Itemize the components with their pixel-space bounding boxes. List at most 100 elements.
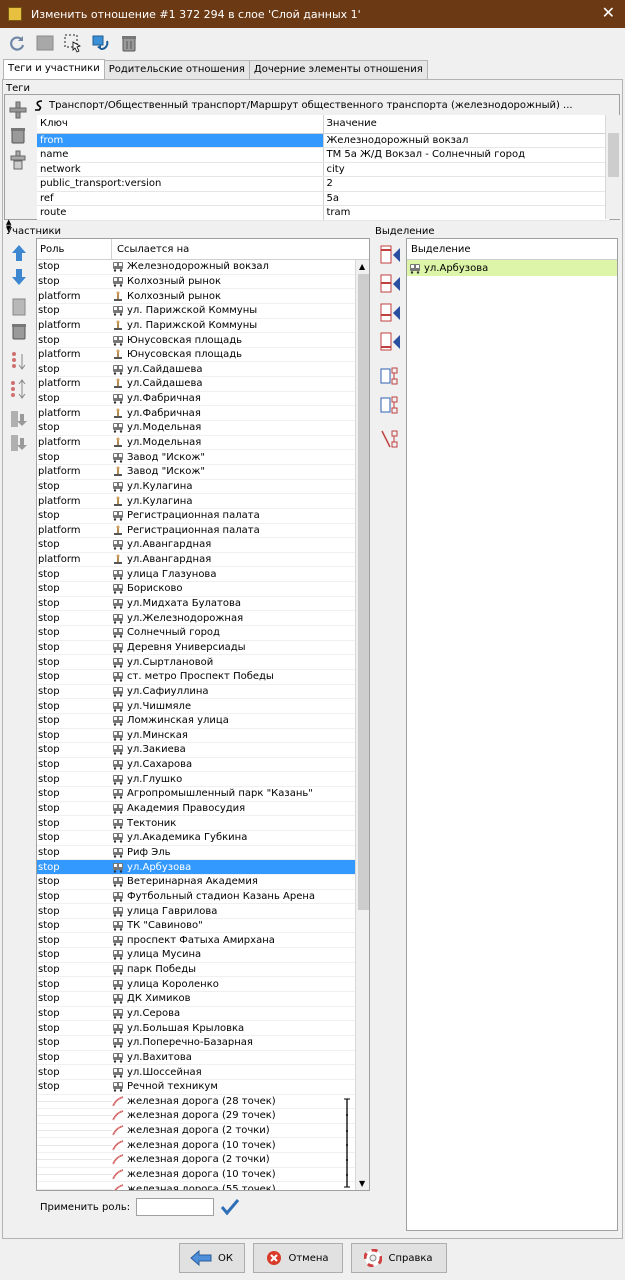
- member-row[interactable]: stop улица Мусина: [37, 948, 369, 963]
- zoom-icon[interactable]: [90, 32, 112, 54]
- member-role-cell[interactable]: [37, 1188, 112, 1190]
- tag-value-cell[interactable]: city: [323, 162, 610, 177]
- member-row[interactable]: stop Тектоник: [37, 816, 369, 831]
- member-ref-cell[interactable]: Борисково: [112, 583, 183, 594]
- member-ref-cell[interactable]: железная дорога (55 точек): [112, 1184, 276, 1190]
- remove-selected-icon[interactable]: [380, 365, 402, 387]
- member-row[interactable]: platform ул.Модельная: [37, 436, 369, 451]
- member-row[interactable]: stop ул.Модельная: [37, 421, 369, 436]
- member-role-cell[interactable]: stop: [37, 583, 112, 594]
- member-role-cell[interactable]: platform: [37, 408, 112, 419]
- tag-row[interactable]: network city: [37, 162, 610, 177]
- member-row[interactable]: stop ул.Сайдашева: [37, 362, 369, 378]
- member-ref-cell[interactable]: ул.Фабричная: [112, 408, 201, 419]
- member-row[interactable]: stop Деревня Универсиады: [37, 641, 369, 656]
- member-role-cell[interactable]: stop: [37, 642, 112, 653]
- member-row[interactable]: железная дорога (10 точек): [37, 1138, 369, 1154]
- member-role-cell[interactable]: stop: [37, 920, 112, 931]
- member-role-cell[interactable]: stop: [37, 759, 112, 770]
- member-role-cell[interactable]: stop: [37, 481, 112, 492]
- member-row[interactable]: stop ул.Мидхата Булатова: [37, 597, 369, 612]
- member-role-cell[interactable]: stop: [37, 832, 112, 843]
- member-ref-cell[interactable]: Колхозный рынок: [112, 276, 221, 287]
- member-ref-cell[interactable]: ул.Сахарова: [112, 759, 192, 770]
- add-selected-after-icon[interactable]: [380, 302, 402, 324]
- member-row[interactable]: platform Колхозный рынок: [37, 289, 369, 304]
- member-ref-cell[interactable]: ул.Авангардная: [112, 539, 211, 550]
- member-role-cell[interactable]: stop: [37, 452, 112, 463]
- member-role-cell[interactable]: stop: [37, 393, 112, 404]
- tab-parent-relations[interactable]: Родительские отношения: [103, 60, 250, 79]
- help-button[interactable]: Справка: [350, 1243, 447, 1273]
- member-role-cell[interactable]: stop: [37, 803, 112, 814]
- member-role-cell[interactable]: stop: [37, 906, 112, 917]
- member-row[interactable]: platform Регистрационная палата: [37, 524, 369, 539]
- member-row[interactable]: stop ул.Серова: [37, 1007, 369, 1022]
- member-row[interactable]: железная дорога (2 точки): [37, 1153, 369, 1168]
- member-row[interactable]: stop Железнодорожный вокзал: [37, 260, 369, 275]
- member-row[interactable]: stop Солнечный город: [37, 626, 369, 641]
- member-ref-cell[interactable]: Академия Правосудия: [112, 803, 245, 814]
- member-ref-cell[interactable]: улица Мусина: [112, 949, 201, 960]
- member-ref-cell[interactable]: Юнусовская площадь: [112, 335, 242, 346]
- member-ref-cell[interactable]: Риф Эль: [112, 847, 171, 858]
- tag-key-cell[interactable]: ref: [37, 191, 324, 206]
- member-row[interactable]: platform Юнусовская площадь: [37, 348, 369, 363]
- member-role-cell[interactable]: stop: [37, 701, 112, 712]
- member-ref-cell[interactable]: улица Глазунова: [112, 569, 216, 580]
- tag-row[interactable]: name ТМ 5а Ж/Д Вокзал - Солнечный город: [37, 147, 610, 163]
- member-role-cell[interactable]: platform: [37, 291, 112, 302]
- member-row[interactable]: stop Борисково: [37, 582, 369, 597]
- member-row[interactable]: stop парк Победы: [37, 963, 369, 978]
- member-role-cell[interactable]: platform: [37, 437, 112, 448]
- delete-icon[interactable]: [118, 32, 140, 54]
- member-ref-cell[interactable]: парк Победы: [112, 964, 196, 975]
- scroll-up-arrow[interactable]: ▲: [359, 262, 365, 271]
- column-header-value[interactable]: Значение: [323, 115, 610, 134]
- member-row[interactable]: stop Футбольный стадион Казань Арена: [37, 890, 369, 905]
- member-ref-cell[interactable]: Колхозный рынок: [112, 291, 221, 302]
- remove-member-icon[interactable]: [8, 320, 30, 342]
- member-row[interactable]: железная дорога (28 точек): [37, 1095, 369, 1110]
- member-ref-cell[interactable]: ст. метро Проспект Победы: [112, 671, 274, 682]
- member-ref-cell[interactable]: Завод "Искож": [112, 466, 205, 477]
- member-role-cell[interactable]: stop: [37, 964, 112, 975]
- member-role-cell[interactable]: stop: [37, 993, 112, 1004]
- tag-key-cell[interactable]: name: [37, 147, 324, 163]
- member-ref-cell[interactable]: ул.Закиева: [112, 744, 186, 755]
- tags-scrollbar[interactable]: [605, 115, 620, 219]
- members-scrollbar[interactable]: ▲ ▼: [355, 260, 369, 1190]
- member-row[interactable]: stop улица Короленко: [37, 977, 369, 993]
- tag-key-cell[interactable]: from: [37, 133, 324, 148]
- tag-row[interactable]: public_transport:version 2: [37, 176, 610, 192]
- tag-key-cell[interactable]: network: [37, 162, 324, 177]
- member-role-cell[interactable]: stop: [37, 613, 112, 624]
- select-icon[interactable]: [62, 32, 84, 54]
- column-header-key[interactable]: Ключ: [37, 115, 324, 134]
- member-role-cell[interactable]: platform: [37, 378, 112, 389]
- member-role-cell[interactable]: stop: [37, 1008, 112, 1019]
- member-ref-cell[interactable]: Ветеринарная Академия: [112, 876, 258, 887]
- member-ref-cell[interactable]: Ломжинская улица: [112, 715, 229, 726]
- member-row[interactable]: stop улица Глазунова: [37, 567, 369, 583]
- member-row[interactable]: stop Регистрационная палата: [37, 509, 369, 524]
- member-role-cell[interactable]: stop: [37, 847, 112, 858]
- add-tag-icon[interactable]: [7, 99, 29, 121]
- member-ref-cell[interactable]: железная дорога (10 точек): [112, 1140, 276, 1151]
- member-row[interactable]: stop ул. Парижской Коммуны: [37, 304, 369, 319]
- member-ref-cell[interactable]: улица Гаврилова: [112, 906, 217, 917]
- tab-child-elements[interactable]: Дочерние элементы отношения: [248, 60, 428, 79]
- tag-value-cell[interactable]: ТМ 5а Ж/Д Вокзал - Солнечный город: [323, 147, 610, 163]
- member-ref-cell[interactable]: железная дорога (2 точки): [112, 1154, 270, 1165]
- member-role-cell[interactable]: stop: [37, 510, 112, 521]
- member-ref-cell[interactable]: ул.Сайдашева: [112, 364, 202, 375]
- tags-scrollbar-thumb[interactable]: [608, 133, 619, 177]
- column-header-selection[interactable]: Выделение: [407, 239, 617, 260]
- tag-row[interactable]: from Железнодорожный вокзал: [37, 133, 610, 148]
- member-ref-cell[interactable]: ул.Минская: [112, 730, 188, 741]
- member-row[interactable]: stop ул.Поперечно-Базарная: [37, 1036, 369, 1051]
- remove-from-members-icon[interactable]: [380, 428, 402, 450]
- member-role-cell[interactable]: stop: [37, 686, 112, 697]
- member-ref-cell[interactable]: Завод "Искож": [112, 452, 205, 463]
- member-ref-cell[interactable]: железная дорога (29 точек): [112, 1110, 276, 1121]
